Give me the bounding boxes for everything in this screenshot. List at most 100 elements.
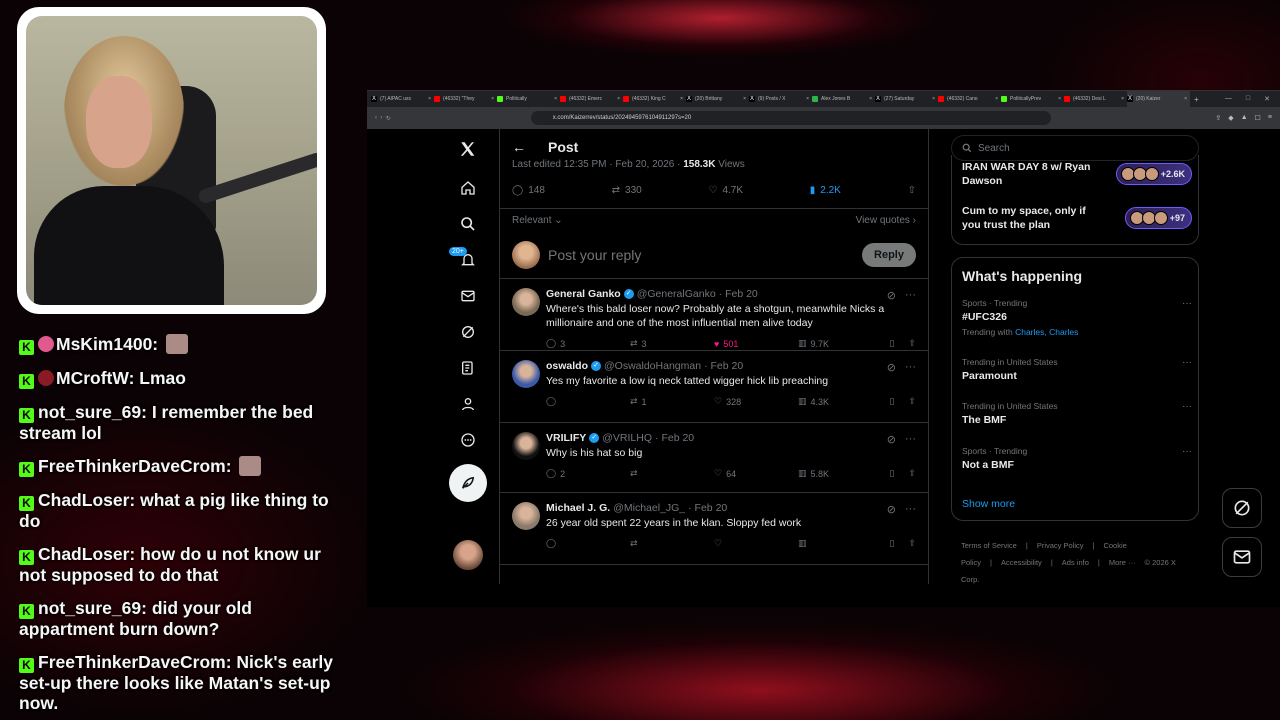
repost-action[interactable]: ⇄ 3: [630, 338, 714, 349]
bookmark-icon[interactable]: ▯: [890, 338, 895, 349]
space-listeners-pill[interactable]: +2.6K: [1115, 163, 1192, 185]
heart-action[interactable]: ♥ 501: [714, 339, 798, 349]
footer-link[interactable]: Accessibility: [1001, 558, 1042, 567]
more-options-icon[interactable]: ···: [1182, 298, 1192, 309]
home-icon[interactable]: [447, 173, 489, 203]
browser-tab[interactable]: X (9) Posts / X ×: [749, 96, 812, 102]
share-icon[interactable]: ⇧: [908, 468, 916, 479]
live-space[interactable]: IRAN WAR DAY 8 w/ Ryan Dawson +2.6K: [962, 160, 1192, 188]
footer-link[interactable]: Terms of Service: [961, 541, 1017, 550]
more-options-icon[interactable]: ···: [1182, 401, 1192, 412]
author-handle[interactable]: @GeneralGanko: [637, 288, 716, 300]
bookmark-icon[interactable]: ▯: [890, 538, 895, 549]
heart-action[interactable]: ♡: [714, 538, 798, 549]
bookmark-icon[interactable]: ▯: [890, 468, 895, 479]
tweet-date[interactable]: · Feb 20: [655, 432, 694, 444]
heart-action[interactable]: ♡ 328: [714, 396, 798, 407]
search-icon[interactable]: [447, 209, 489, 239]
browser-tab[interactable]: (46332) Desi L ×: [1064, 96, 1127, 102]
reply-action[interactable]: ◯: [546, 538, 630, 549]
browser-tab[interactable]: X (20) Kaizer ×: [1127, 91, 1190, 107]
reply-action[interactable]: ◯: [546, 396, 630, 407]
back-icon[interactable]: ‹: [375, 115, 377, 121]
more-icon[interactable]: [447, 425, 489, 455]
reload-icon[interactable]: ↻: [386, 115, 391, 122]
grok-icon[interactable]: [447, 317, 489, 347]
browser-tab[interactable]: (46332) "They ×: [434, 96, 497, 102]
tab-close-icon[interactable]: ×: [1184, 96, 1190, 102]
views-action[interactable]: ▥: [798, 538, 882, 549]
shield-icon[interactable]: ◆: [1228, 114, 1233, 122]
tweet-date[interactable]: · Feb 20: [688, 502, 727, 514]
trend-related-names[interactable]: Charles, Charles: [1015, 327, 1078, 337]
user-avatar[interactable]: [512, 360, 540, 388]
heart-action[interactable]: ♡ 64: [714, 468, 798, 479]
footer-link[interactable]: Privacy Policy: [1037, 541, 1084, 550]
menu-icon[interactable]: ≡: [1268, 114, 1272, 122]
compose-post-button[interactable]: [449, 464, 487, 502]
author-name[interactable]: Michael J. G.: [546, 502, 610, 514]
minimize-icon[interactable]: —: [1225, 95, 1232, 103]
share-icon[interactable]: ⇧: [908, 338, 916, 349]
extension-icon[interactable]: ▲: [1241, 114, 1248, 122]
author-name[interactable]: General Ganko: [546, 288, 621, 300]
user-avatar[interactable]: [512, 432, 540, 460]
browser-tab[interactable]: PoliticallyPrev ×: [1001, 96, 1064, 102]
grok-icon[interactable]: ⊘: [887, 361, 896, 374]
author-name[interactable]: oswaldo: [546, 360, 588, 372]
grok-fab[interactable]: [1222, 488, 1262, 528]
new-tab-icon[interactable]: +: [1194, 95, 1199, 104]
reply-button[interactable]: Reply: [862, 242, 916, 267]
profile-icon[interactable]: [447, 389, 489, 419]
author-handle[interactable]: @Michael_JG_: [613, 502, 685, 514]
user-avatar[interactable]: [512, 288, 540, 316]
reply-tweet[interactable]: oswaldo ✓ @OswaldoHangman · Feb 20 Yes my fa…: [500, 351, 928, 423]
show-more-link[interactable]: Show more: [962, 498, 1015, 510]
user-avatar[interactable]: [512, 502, 540, 530]
trend-item[interactable]: Sports · Trending #UFC326 Trending with Ch…: [962, 298, 1192, 337]
reply-tweet[interactable]: Michael J. G. @Michael_JG_ · Feb 20 26 year…: [500, 493, 928, 565]
bookmark-icon[interactable]: ▯: [890, 396, 895, 407]
author-handle[interactable]: @VRILHQ: [602, 432, 652, 444]
forward-icon[interactable]: ›: [380, 115, 382, 121]
more-options-icon[interactable]: ···: [1182, 357, 1192, 368]
repost-action[interactable]: ⇄: [630, 468, 714, 479]
browser-tab[interactable]: (46332) King C ×: [623, 96, 686, 102]
messages-icon[interactable]: [447, 281, 489, 311]
repost-action[interactable]: ⇄: [630, 538, 714, 549]
browser-tab[interactable]: (46332) Cano ×: [938, 96, 1001, 102]
tweet-date[interactable]: · Feb 20: [719, 288, 758, 300]
view-quotes-link[interactable]: View quotes ›: [856, 215, 916, 226]
repost-stat[interactable]: ⇄ 330: [612, 185, 642, 196]
more-options-icon[interactable]: ···: [1182, 446, 1192, 457]
url-field[interactable]: x.com/Kaizerrev/status/20249459761049112…: [530, 111, 1051, 125]
browser-tab[interactable]: Alex Jones B ×: [812, 96, 875, 102]
live-space[interactable]: Cum to my space, only if you trust the p…: [962, 204, 1192, 232]
trend-item[interactable]: Trending in United States The BMF ···: [962, 401, 1192, 426]
footer-link[interactable]: Ads info: [1062, 558, 1089, 567]
author-handle[interactable]: @OswaldoHangman: [604, 360, 701, 372]
more-options-icon[interactable]: ···: [905, 289, 916, 302]
reply-stat[interactable]: ◯ 148: [512, 185, 545, 196]
repost-action[interactable]: ⇄ 1: [630, 396, 714, 407]
reply-action[interactable]: ◯ 3: [546, 338, 630, 349]
messages-fab[interactable]: [1222, 537, 1262, 577]
like-stat[interactable]: ♡ 4.7K: [708, 185, 743, 196]
reply-input[interactable]: Post your reply: [548, 247, 862, 263]
back-arrow-icon[interactable]: ←: [512, 139, 526, 155]
views-action[interactable]: ▥ 9.7K: [798, 338, 882, 349]
share-icon[interactable]: ⇧: [908, 538, 916, 549]
articles-icon[interactable]: [447, 353, 489, 383]
bookmark-icon[interactable]: ☐: [1255, 114, 1261, 122]
reply-action[interactable]: ◯ 2: [546, 468, 630, 479]
grok-icon[interactable]: ⊘: [887, 503, 896, 516]
browser-tab[interactable]: X (20) Brittany ×: [686, 96, 749, 102]
share-icon[interactable]: ⇧: [908, 396, 916, 407]
space-listeners-pill[interactable]: +97: [1124, 207, 1192, 229]
browser-tab[interactable]: (46332) Emerc ×: [560, 96, 623, 102]
trend-item[interactable]: Trending in United States Paramount ···: [962, 357, 1192, 382]
footer-link[interactable]: More ···: [1109, 558, 1136, 567]
browser-tab[interactable]: Politically ×: [497, 96, 560, 102]
views-action[interactable]: ▥ 4.3K: [798, 396, 882, 407]
bookmark-stat[interactable]: ▮ 2.2K: [810, 185, 841, 196]
